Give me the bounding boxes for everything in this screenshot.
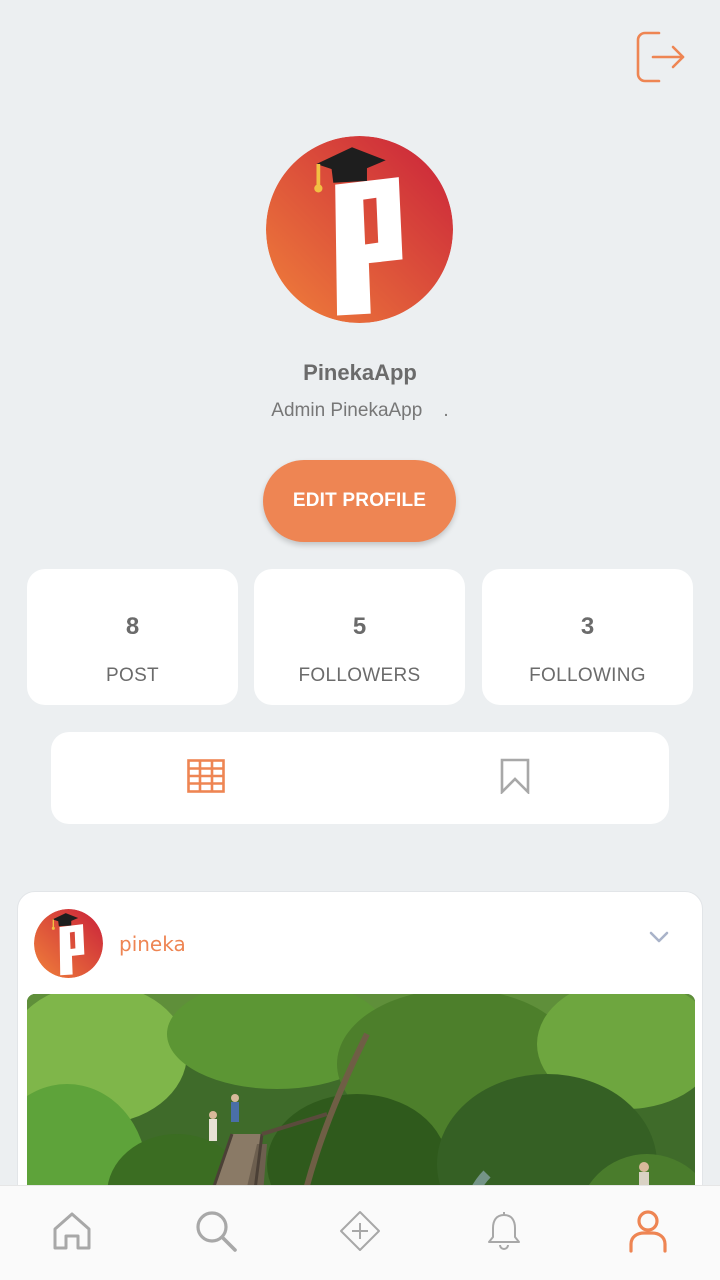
stat-label: POST: [106, 665, 159, 686]
edit-profile-button[interactable]: EDIT PROFILE: [263, 460, 456, 542]
bottom-navigation: [0, 1185, 720, 1280]
stat-value: 8: [125, 613, 140, 640]
chevron-down-icon: [648, 930, 670, 949]
tab-posts-grid[interactable]: [51, 732, 360, 824]
nav-home[interactable]: [0, 1186, 144, 1280]
tab-saved[interactable]: [360, 732, 669, 824]
post-author-avatar[interactable]: [34, 909, 103, 978]
add-post-icon: [338, 1209, 382, 1258]
logout-icon: [635, 30, 687, 89]
profile-avatar[interactable]: [266, 136, 453, 323]
stat-card-post[interactable]: 8 POST: [27, 569, 238, 705]
profile-tab-bar: [51, 732, 669, 824]
stat-card-followers[interactable]: 5 FOLLOWERS: [254, 569, 465, 705]
profile-bio: Admin PinekaApp .: [271, 400, 449, 421]
stat-label: FOLLOWING: [529, 665, 646, 686]
bookmark-icon: [499, 758, 531, 799]
logout-button[interactable]: [634, 30, 688, 89]
post-options-button[interactable]: [644, 924, 674, 954]
search-icon: [194, 1209, 238, 1258]
stat-value: 3: [580, 613, 595, 640]
stat-value: 5: [352, 613, 367, 640]
post-username[interactable]: pineka: [119, 932, 186, 956]
stat-card-following[interactable]: 3 FOLLOWING: [482, 569, 693, 705]
profile-icon: [628, 1209, 668, 1258]
nav-notifications[interactable]: [432, 1186, 576, 1280]
nav-search[interactable]: [144, 1186, 288, 1280]
profile-name: PinekaApp: [303, 360, 417, 385]
stat-label: FOLLOWERS: [298, 665, 421, 686]
nav-add-post[interactable]: [288, 1186, 432, 1280]
nav-profile[interactable]: [576, 1186, 720, 1280]
home-icon: [51, 1210, 93, 1257]
bell-icon: [486, 1211, 522, 1256]
grid-icon: [186, 758, 225, 798]
